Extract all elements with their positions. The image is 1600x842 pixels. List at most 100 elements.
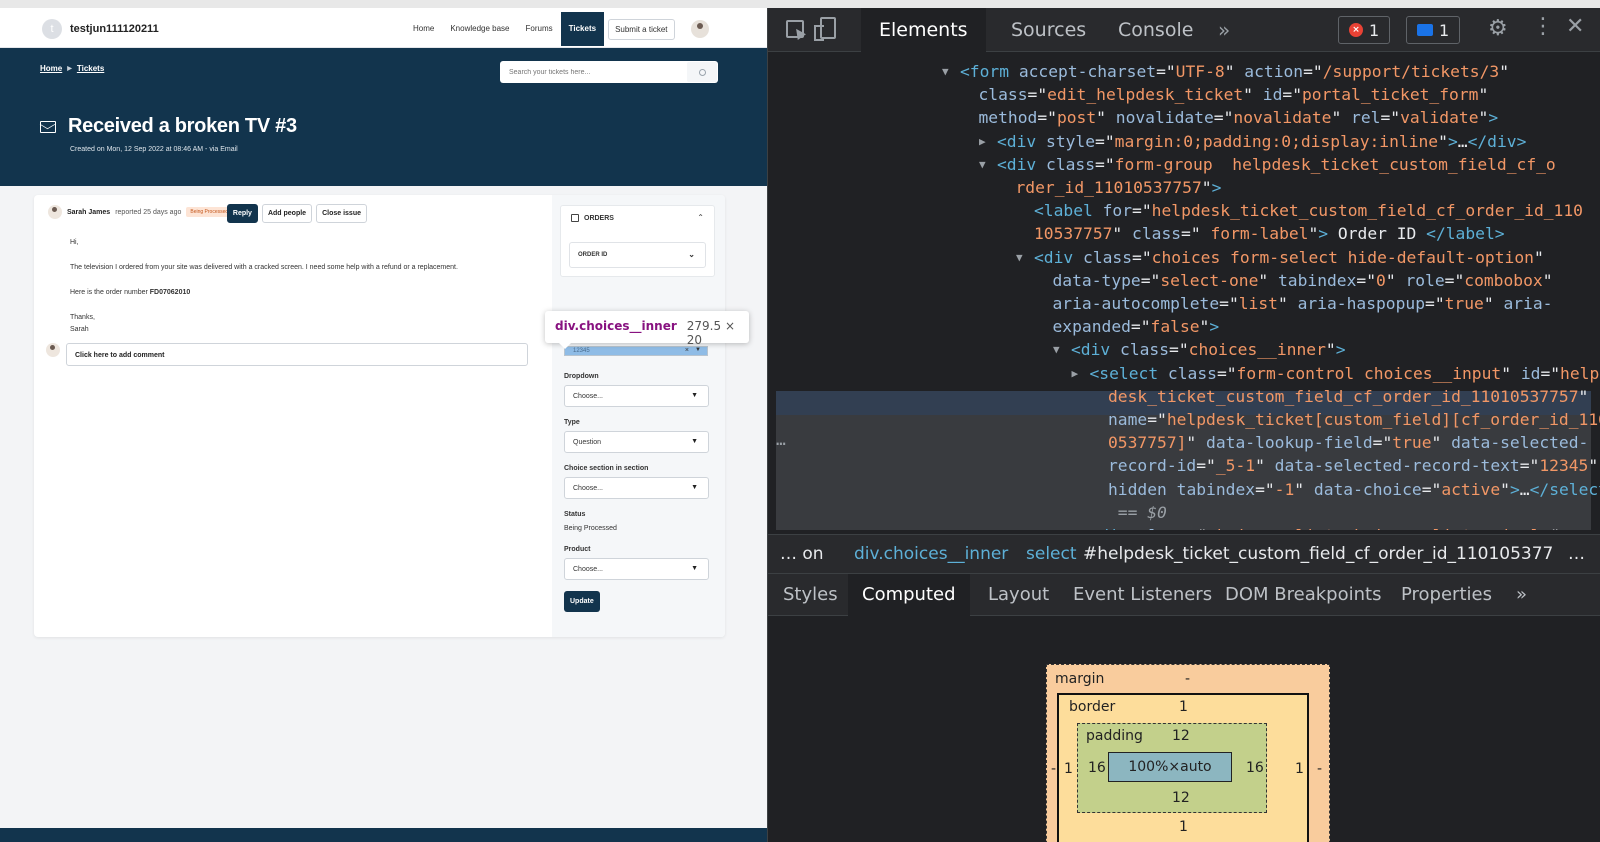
dom-node-line[interactable]: method="post" novalidate="novalidate" re… — [979, 106, 1499, 129]
subtab-computed[interactable]: Computed — [848, 574, 970, 616]
nav-knowledge-base[interactable]: Knowledge base — [442, 12, 517, 46]
nav-tickets[interactable]: Tickets — [560, 12, 605, 46]
dom-breadcrumb-div[interactable]: div.choices__inner — [854, 535, 1008, 573]
dom-node-line[interactable]: aria-autocomplete="list" aria-haspopup="… — [1053, 292, 1553, 315]
choice-section-select[interactable]: Choose... ▼ — [564, 477, 709, 499]
styles-subtabs: Styles Computed Layout Event Listeners D… — [768, 574, 1600, 616]
portal-footer — [0, 828, 767, 842]
dom-token: choices form-select hide-default-option — [1151, 247, 1534, 267]
user-avatar[interactable] — [690, 20, 709, 38]
update-button[interactable]: Update — [564, 591, 600, 612]
dom-breadcrumb-ellipsis-end[interactable]: … — [1568, 535, 1585, 573]
dom-node-line[interactable]: ▼ <div class="choices__inner"> — [1053, 338, 1346, 361]
kebab-menu-icon[interactable]: ⋮ — [1532, 14, 1554, 39]
dom-token: form-control choices__input — [1236, 363, 1502, 383]
dom-node-line[interactable]: 0537757]" data-lookup-field="true" data-… — [1108, 431, 1588, 454]
device-toolbar-icon[interactable] — [814, 17, 836, 41]
add-comment-field[interactable]: Click here to add comment — [66, 343, 528, 366]
message-count-badge[interactable]: 1 — [1406, 16, 1461, 44]
message-signature: Sarah — [70, 326, 89, 333]
breadcrumb-tickets[interactable]: Tickets — [77, 64, 104, 73]
dom-node-line[interactable]: == $0 — [1108, 501, 1167, 524]
dom-token: tabindex — [1277, 270, 1357, 290]
tab-console[interactable]: Console — [1118, 8, 1193, 52]
dom-node-line[interactable]: ▼ <div class="choices form-select hide-de… — [1016, 246, 1544, 269]
dom-node-line[interactable]: ▶ <div class="choices__list choices__list… — [1072, 524, 1570, 530]
dom-token: aria-autocomplete — [1052, 294, 1220, 313]
dom-node-line[interactable]: data-type="select-one" tabindex="0" role… — [1053, 269, 1553, 292]
dom-node-line[interactable]: expanded="false"> — [1053, 315, 1220, 338]
dom-breadcrumb-select-tag[interactable]: select — [1026, 535, 1077, 573]
error-count-badge[interactable]: × 1 — [1338, 16, 1391, 44]
more-tabs-icon[interactable]: » — [1218, 18, 1230, 42]
dom-token: " — [1331, 108, 1352, 128]
ticket-hero: Home ▶ Tickets Received a broken TV #3 C… — [0, 48, 767, 186]
breadcrumb-home[interactable]: Home — [40, 64, 62, 73]
expand-triangle-icon[interactable]: ▼ — [1016, 246, 1023, 269]
order-prefix: Here is the order number — [70, 289, 148, 296]
dom-node-line[interactable]: ▼ <form accept-charset="UTF-8" action="/s… — [942, 60, 1509, 83]
product-select[interactable]: Choose... ▼ — [564, 558, 709, 580]
nav-home[interactable]: Home — [405, 12, 442, 46]
subtab-styles[interactable]: Styles — [783, 574, 838, 616]
dom-node-line[interactable]: ▶ <select class="form-control choices__in… — [1072, 362, 1600, 385]
dom-breadcrumb-ellipsis[interactable]: … on — [780, 535, 824, 573]
dom-node-line[interactable]: ▶ <div style="margin:0;padding:0;display:… — [979, 130, 1526, 153]
subtab-event-listeners[interactable]: Event Listeners — [1073, 574, 1212, 616]
box-model-border-bottom: 1 — [1179, 819, 1188, 835]
subtab-properties[interactable]: Properties — [1401, 574, 1492, 616]
reporter-row: Sarah James reported 25 days ago Being P… — [48, 205, 233, 219]
dom-node-line[interactable]: ▼ <div class="form-group helpdesk_ticket_… — [979, 153, 1556, 176]
dom-node-line[interactable]: rder_id_11010537757"> — [1016, 176, 1222, 199]
close-icon[interactable]: ✕ — [1566, 14, 1584, 39]
chevron-up-icon[interactable]: ⌃ — [697, 213, 704, 222]
brand[interactable]: t testjun111120211 — [42, 19, 159, 39]
expand-triangle-icon[interactable]: ▼ — [1053, 338, 1060, 361]
dom-node-line[interactable]: 10537757" class=" form-label"> Order ID … — [1034, 222, 1505, 245]
node-actions-dots[interactable]: … — [776, 428, 786, 451]
dom-token: =" — [1132, 201, 1152, 221]
collapse-triangle-icon[interactable]: ▶ — [1072, 524, 1079, 530]
tab-elements[interactable]: Elements — [861, 8, 986, 52]
collapse-triangle-icon[interactable]: ▶ — [979, 130, 986, 153]
dom-node-line[interactable]: class="edit_helpdesk_ticket" id="portal_… — [979, 83, 1489, 106]
dropdown-select[interactable]: Choose... ▼ — [564, 385, 709, 407]
dom-breadcrumb-select-id[interactable]: #helpdesk_ticket_custom_field_cf_order_i… — [1083, 535, 1553, 573]
caret-down-icon: ▼ — [691, 565, 698, 572]
order-id-dropdown[interactable]: ORDER ID ⌄ — [569, 242, 706, 268]
expand-triangle-icon[interactable]: ▼ — [979, 153, 986, 176]
search-input[interactable] — [500, 61, 687, 83]
dom-node-line[interactable]: name="helpdesk_ticket[custom_field][cf_o… — [1108, 408, 1600, 431]
dom-node-line[interactable]: hidden tabindex="-1" data-choice="active… — [1108, 478, 1600, 501]
expand-triangle-icon[interactable]: ▼ — [942, 60, 949, 83]
collapse-triangle-icon[interactable]: ▶ — [1072, 362, 1079, 385]
gear-icon[interactable]: ⚙ — [1488, 16, 1508, 41]
inspect-element-icon[interactable] — [786, 20, 804, 38]
dom-token: -1 — [1274, 479, 1295, 499]
dom-token: combobox — [1464, 270, 1543, 290]
clear-icon[interactable]: × — [685, 347, 689, 354]
order-id-select-highlighted[interactable]: 12345 × ▼ — [564, 346, 708, 356]
search-button[interactable] — [687, 62, 717, 82]
dom-node-line[interactable]: record-id="_5-1" data-selected-record-te… — [1108, 454, 1598, 477]
subtab-layout[interactable]: Layout — [988, 574, 1049, 616]
dom-token: " — [1533, 247, 1544, 267]
subtabs-more-icon[interactable]: » — [1516, 574, 1527, 616]
orders-header[interactable]: ORDERS — [571, 214, 614, 222]
box-model-padding-bottom: 12 — [1172, 790, 1190, 806]
portal-page: t testjun111120211 Home Knowledge base F… — [0, 8, 767, 842]
dom-token: Order ID — [1328, 224, 1427, 244]
dom-node-line[interactable]: <label for="helpdesk_ticket_custom_field… — [1034, 199, 1583, 222]
ticket-search — [500, 61, 718, 83]
close-issue-button[interactable]: Close issue — [316, 204, 367, 223]
reply-button[interactable]: Reply — [226, 204, 258, 223]
dom-token: class — [1132, 224, 1182, 244]
submit-ticket-button[interactable]: Submit a ticket — [608, 18, 675, 40]
subtab-dom-breakpoints[interactable]: DOM Breakpoints — [1225, 574, 1381, 616]
nav-forums[interactable]: Forums — [518, 12, 561, 46]
add-people-button[interactable]: Add people — [261, 204, 313, 223]
type-select[interactable]: Question ▼ — [564, 431, 709, 453]
dom-token: " — [1500, 479, 1510, 499]
dom-node-line[interactable]: desk_ticket_custom_field_cf_order_id_110… — [1108, 385, 1588, 408]
tab-sources[interactable]: Sources — [1011, 8, 1086, 52]
